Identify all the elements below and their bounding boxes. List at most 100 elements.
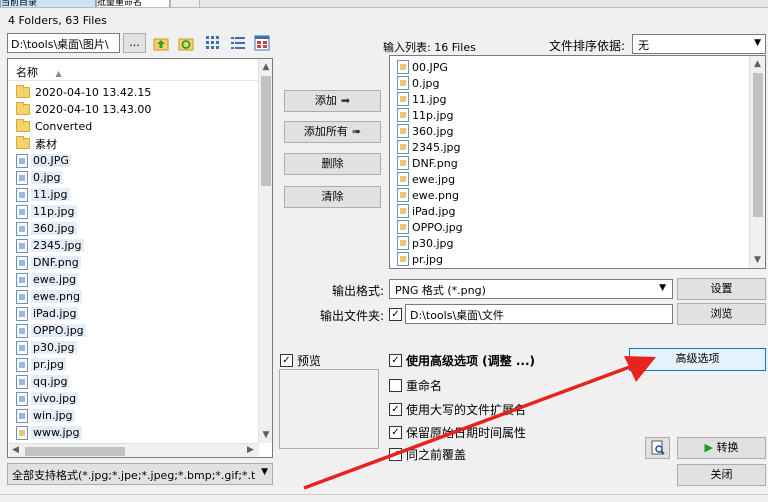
browse-path-button[interactable]: ...: [123, 33, 146, 53]
tree-file-item[interactable]: iPad.jpg: [16, 305, 79, 322]
scroll-down-icon[interactable]: ▼: [750, 252, 765, 268]
tree-item-label: 0.jpg: [31, 171, 63, 184]
input-list-item[interactable]: 00.JPG: [397, 59, 448, 75]
folder-icon: [16, 85, 30, 98]
input-list-item[interactable]: 360.jpg: [397, 123, 454, 139]
file-tree[interactable]: 名称 ▲ 2020-04-10 13.42.15 2020-04-10 13.43…: [7, 58, 273, 458]
tree-vertical-scrollbar[interactable]: ▲ ▼: [258, 59, 272, 443]
tree-file-item[interactable]: ewe.jpg: [16, 271, 79, 288]
image-file-icon: [16, 391, 28, 406]
image-file-icon: [397, 60, 409, 74]
tree-item-label: iPad.jpg: [31, 307, 79, 320]
scroll-up-icon[interactable]: ▲: [259, 59, 272, 75]
input-item-label: 2345.jpg: [412, 140, 461, 154]
view-thumbnails-icon[interactable]: [205, 35, 221, 51]
tree-scroll-thumb[interactable]: [261, 76, 271, 186]
add-button[interactable]: 添加 ➡: [284, 90, 381, 112]
scroll-down-icon[interactable]: ▼: [259, 427, 272, 443]
output-folder-input[interactable]: D:\tools\桌面\文件: [405, 304, 673, 324]
delete-button[interactable]: 删除: [284, 153, 381, 175]
input-list-item[interactable]: OPPO.jpg: [397, 219, 463, 235]
output-folder-label: 输出文件夹:: [319, 309, 384, 323]
tree-file-item[interactable]: 0.jpg: [16, 169, 63, 186]
tab-other[interactable]: [170, 0, 200, 7]
tree-horizontal-scrollbar[interactable]: ◀ ▶: [9, 443, 259, 457]
tree-folder-item[interactable]: 2020-04-10 13.43.00: [16, 101, 153, 118]
input-list-scroll-thumb[interactable]: [753, 73, 763, 217]
convert-button[interactable]: ▶ 转换: [677, 437, 766, 459]
input-list-item[interactable]: pr.jpg: [397, 251, 443, 267]
tree-file-item[interactable]: 00.JPG: [16, 152, 71, 169]
tree-item-label: ewe.png: [31, 290, 82, 303]
view-list-icon[interactable]: [230, 35, 246, 51]
tree-item-label: 00.JPG: [31, 154, 71, 167]
tree-item-label: 2020-04-10 13.43.00: [35, 103, 152, 116]
output-folder-checkbox[interactable]: ✓: [389, 308, 402, 321]
settings-button[interactable]: 设置: [677, 278, 766, 300]
scroll-up-icon[interactable]: ▲: [750, 56, 765, 72]
up-folder-icon[interactable]: [153, 35, 169, 51]
input-list-item[interactable]: 0.jpg: [397, 75, 440, 91]
input-item-label: OPPO.jpg: [412, 220, 463, 234]
refresh-folder-icon[interactable]: [178, 35, 194, 51]
scroll-right-icon[interactable]: ▶: [247, 445, 254, 455]
arrow-right-icon: ➡: [340, 94, 351, 107]
sort-select[interactable]: 无 ▼: [632, 34, 766, 54]
clear-button[interactable]: 清除: [284, 186, 381, 208]
input-item-label: DNF.png: [412, 156, 458, 170]
tree-file-item[interactable]: qq.jpg: [16, 373, 70, 390]
add-all-button[interactable]: 添加所有 ➠: [284, 121, 381, 143]
tree-file-item[interactable]: vivo.jpg: [16, 390, 79, 407]
input-list-item[interactable]: ewe.png: [397, 187, 459, 203]
image-file-icon: [16, 425, 28, 440]
tree-file-item[interactable]: 360.jpg: [16, 220, 77, 237]
tree-file-item[interactable]: win.jpg: [16, 407, 75, 424]
input-list-item[interactable]: p30.jpg: [397, 235, 454, 251]
input-list-label: 输入列表: 16 Files: [383, 41, 476, 54]
input-list-item[interactable]: DNF.png: [397, 155, 458, 171]
image-file-icon: [16, 306, 28, 321]
tree-item-label: 11p.jpg: [31, 205, 77, 218]
output-format-select[interactable]: PNG 格式 (*.png) ▼: [389, 279, 673, 299]
input-list-item[interactable]: ewe.jpg: [397, 171, 455, 187]
input-item-label: 11.jpg: [412, 92, 447, 106]
tree-file-item[interactable]: ewe.png: [16, 288, 82, 305]
input-item-label: 0.jpg: [412, 76, 440, 90]
input-file-list[interactable]: 00.JPG 0.jpg 11.jpg 11p.jpg 360.jpg 2345.jpg D…: [389, 55, 766, 269]
tree-file-item[interactable]: pr.jpg: [16, 356, 67, 373]
input-list-scrollbar[interactable]: ▲ ▼: [749, 56, 765, 268]
scroll-left-icon[interactable]: ◀: [12, 445, 19, 455]
input-list-item[interactable]: iPad.jpg: [397, 203, 455, 219]
tree-file-item[interactable]: DNF.png: [16, 254, 81, 271]
image-file-icon: [16, 221, 28, 236]
tree-folder-item[interactable]: 2020-04-10 13.42.15: [16, 84, 153, 101]
tree-hscroll-thumb[interactable]: [25, 447, 125, 456]
tab-current-folder[interactable]: 当前目录: [0, 0, 96, 7]
image-file-icon: [16, 357, 28, 372]
tree-column-header[interactable]: 名称 ▲: [8, 59, 258, 81]
preview-checkbox[interactable]: ✓: [280, 354, 293, 367]
file-type-filter-select[interactable]: 全部支持格式(*.jpg;*.jpe;*.jpeg;*.bmp;*.gif;*.…: [7, 463, 273, 485]
tree-folder-item[interactable]: 素材: [16, 135, 59, 152]
image-file-icon: [16, 289, 28, 304]
tree-folder-item[interactable]: Converted: [16, 118, 94, 135]
tab-batch-rename[interactable]: 批量重命名: [96, 0, 170, 7]
view-details-icon[interactable]: [254, 35, 270, 51]
path-input[interactable]: D:\tools\桌面\图片\: [7, 33, 120, 53]
tree-item-label: ewe.jpg: [31, 273, 79, 286]
browse-button[interactable]: 浏览: [677, 303, 766, 325]
tree-file-item[interactable]: www.jpg: [16, 424, 82, 441]
input-list-item[interactable]: 11p.jpg: [397, 107, 454, 123]
tree-file-item[interactable]: 2345.jpg: [16, 237, 84, 254]
tree-item-label: vivo.jpg: [31, 392, 79, 405]
input-item-label: 00.JPG: [412, 60, 448, 74]
close-button[interactable]: 关闭: [677, 464, 766, 486]
input-item-label: iPad.jpg: [412, 204, 456, 218]
tree-file-item[interactable]: 11.jpg: [16, 186, 70, 203]
tree-file-item[interactable]: 11p.jpg: [16, 203, 77, 220]
tree-file-item[interactable]: OPPO.jpg: [16, 322, 86, 339]
input-list-item[interactable]: 2345.jpg: [397, 139, 461, 155]
tree-file-item[interactable]: p30.jpg: [16, 339, 77, 356]
folder-count: 4 Folders, 63 Files: [8, 14, 107, 27]
input-list-item[interactable]: 11.jpg: [397, 91, 447, 107]
